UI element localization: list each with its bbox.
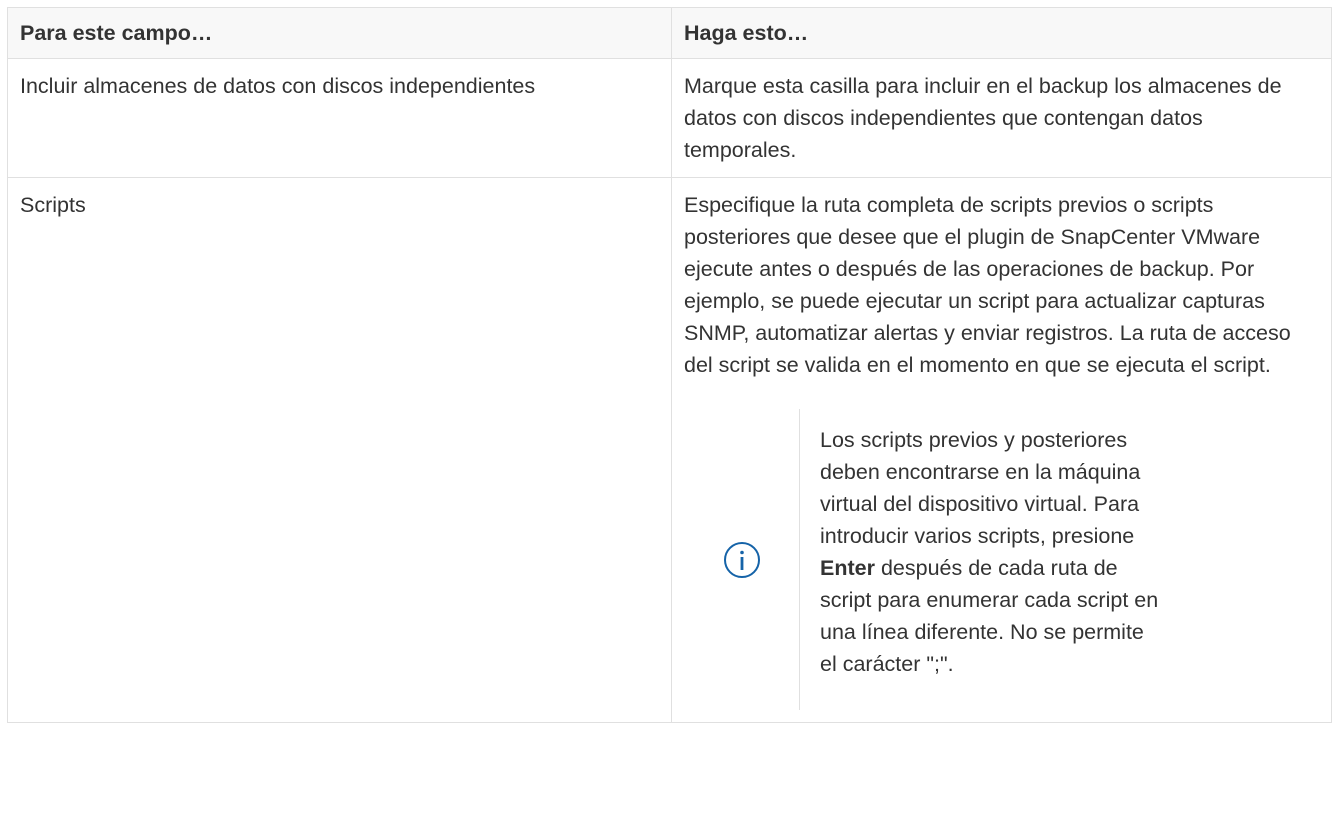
- header-action: Haga esto…: [671, 7, 1332, 59]
- info-icon: [723, 541, 760, 578]
- header-field: Para este campo…: [7, 7, 672, 59]
- field-name: Scripts: [20, 193, 86, 217]
- info-note: Los scripts previos y posteriores deben …: [684, 397, 1319, 722]
- table-header-row: Para este campo… Haga esto…: [7, 7, 1332, 59]
- note-body: Los scripts previos y posteriores deben …: [800, 397, 1160, 722]
- action-text: Especifique la ruta completa de scripts …: [684, 193, 1291, 377]
- action-text: Marque esta casilla para incluir en el b…: [684, 74, 1282, 162]
- note-text: Los scripts previos y posteriores deben …: [820, 424, 1160, 680]
- field-name: Incluir almacenes de datos con discos in…: [20, 74, 536, 98]
- options-table: Para este campo… Haga esto… Incluir alma…: [7, 7, 1332, 723]
- action-cell: Marque esta casilla para incluir en el b…: [671, 58, 1332, 178]
- note-key-enter: Enter: [820, 556, 875, 580]
- note-icon-column: [684, 409, 800, 710]
- field-cell: Scripts: [7, 177, 672, 723]
- action-cell: Especifique la ruta completa de scripts …: [671, 177, 1332, 723]
- note-text-before: Los scripts previos y posteriores deben …: [820, 428, 1141, 548]
- table-row: Scripts Especifique la ruta completa de …: [7, 177, 1332, 723]
- field-cell: Incluir almacenes de datos con discos in…: [7, 58, 672, 178]
- table-row: Incluir almacenes de datos con discos in…: [7, 58, 1332, 178]
